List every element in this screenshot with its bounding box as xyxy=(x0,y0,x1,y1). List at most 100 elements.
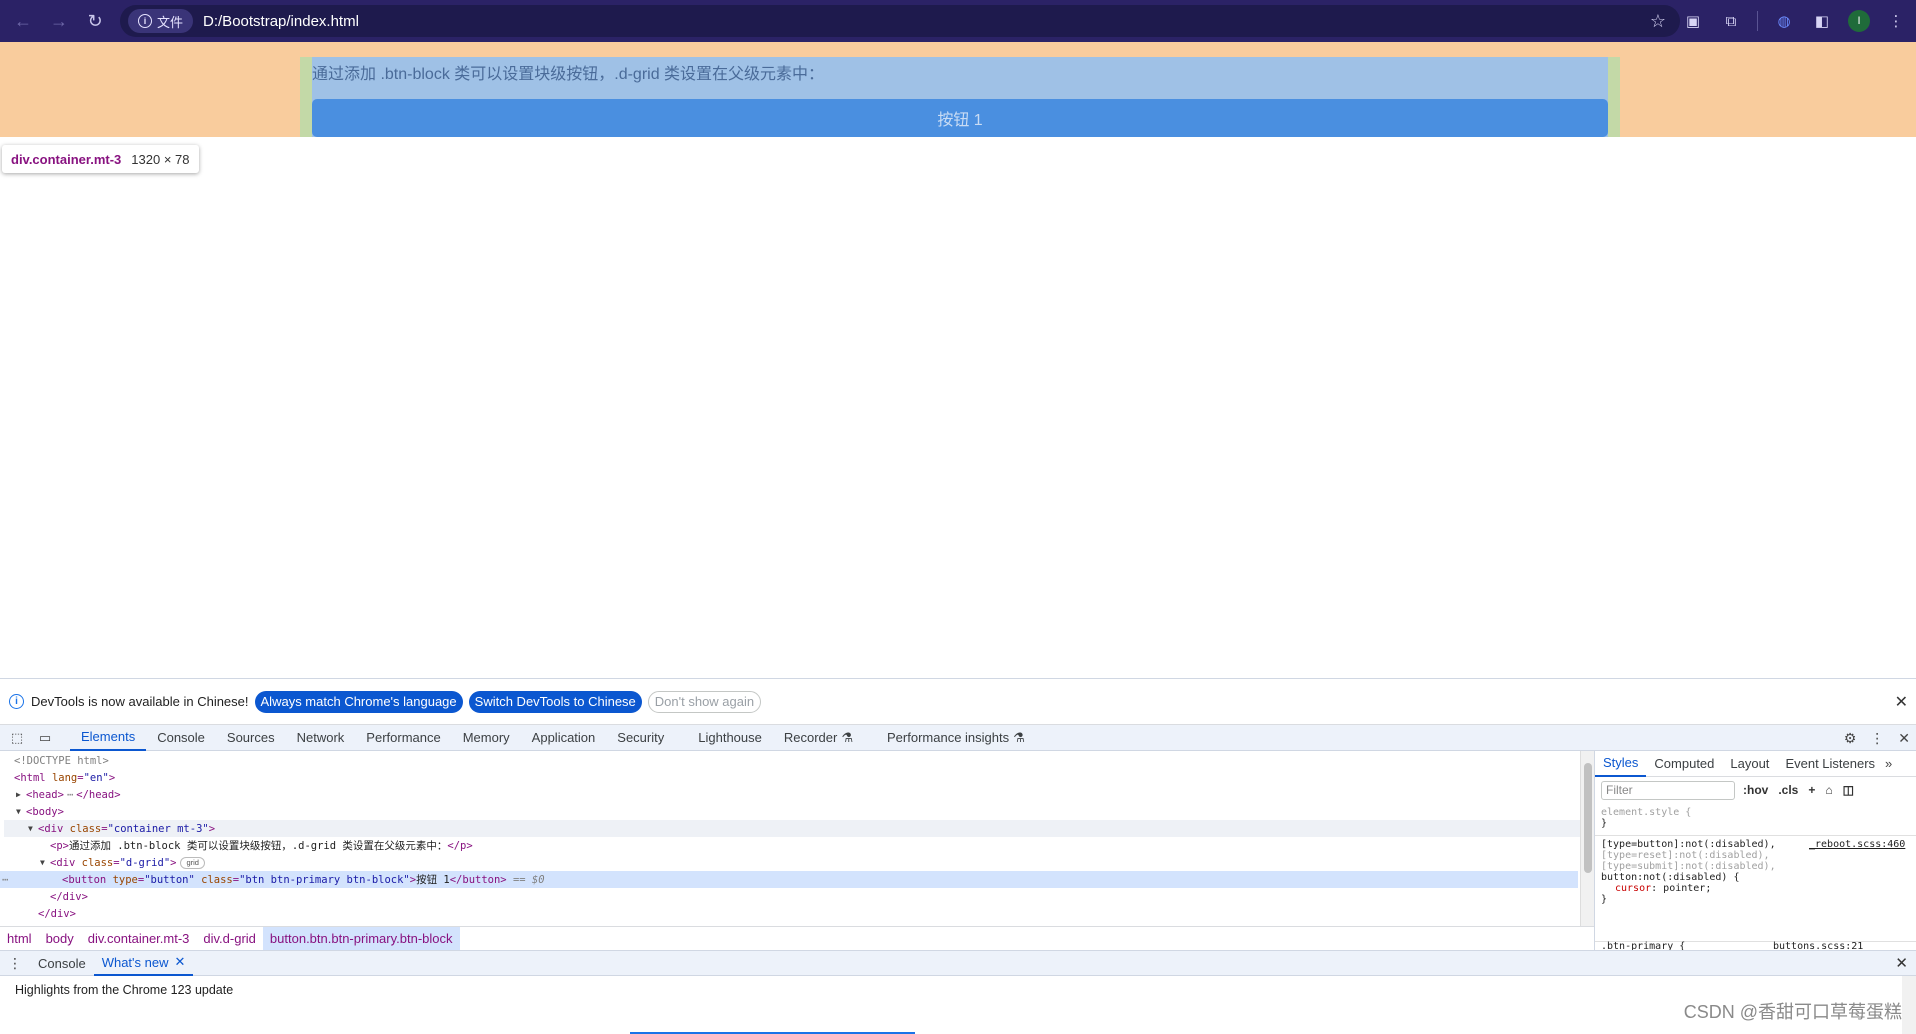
tab-lighthouse[interactable]: Lighthouse xyxy=(687,725,773,751)
button-text: 按钮 1 xyxy=(416,874,450,886)
more-options-icon[interactable]: ⋮ xyxy=(1870,730,1884,747)
rule-declaration[interactable]: cursor: pointer; xyxy=(1601,883,1776,894)
back-arrow-icon[interactable]: ← xyxy=(4,0,42,42)
paint-icon[interactable]: ⌂ xyxy=(1825,783,1832,797)
tab-recorder[interactable]: Recorder ⚗ xyxy=(773,725,864,751)
chevron-right-icon[interactable]: » xyxy=(1885,756,1892,771)
drawer-scrollbar[interactable] xyxy=(1902,976,1916,1034)
dom-line-paragraph[interactable]: <p> 通过添加 .btn-block 类可以设置块级按钮，.d-grid 类设置… xyxy=(50,837,473,854)
tab-security[interactable]: Security xyxy=(606,725,675,751)
property-name: cursor xyxy=(1615,883,1652,894)
dom-line-doctype[interactable]: <!DOCTYPE html> xyxy=(14,752,109,769)
switch-language-button[interactable]: Switch DevTools to Chinese xyxy=(468,690,642,713)
grid-badge[interactable]: grid xyxy=(180,856,205,869)
dom-line-container[interactable]: ▼ <div class = "container mt-3" > xyxy=(4,820,1582,837)
expand-triangle-icon[interactable]: ▶ xyxy=(16,790,26,799)
watermark-text: CSDN @香甜可口草莓蛋糕 xyxy=(1683,1002,1902,1022)
cursor-rule[interactable]: [type=button]:not(:disabled), _reboot.sc… xyxy=(1601,839,1905,905)
tab-application[interactable]: Application xyxy=(521,725,607,751)
menu-kebab-icon[interactable]: ⋮ xyxy=(1884,9,1908,33)
rule-divider xyxy=(1595,835,1916,836)
url-text[interactable]: D:/Bootstrap/index.html xyxy=(203,13,359,30)
collapse-triangle-icon[interactable]: ▼ xyxy=(16,807,26,816)
bookmark-star-icon[interactable]: ☆ xyxy=(1650,11,1666,32)
drawer-menu-icon[interactable]: ⋮ xyxy=(0,955,30,972)
dom-line-body[interactable]: ▼ <body> xyxy=(16,803,64,820)
crumb-body[interactable]: body xyxy=(39,927,81,951)
reload-icon[interactable]: ↻ xyxy=(76,0,114,42)
toolbar-actions: ▣ ⧉ ◍ ◧ I ⋮ xyxy=(1681,0,1908,42)
drawer-tab-console[interactable]: Console xyxy=(30,950,94,976)
block-button[interactable]: 按钮 1 xyxy=(312,99,1608,137)
element-style-rule[interactable]: element.style { } xyxy=(1601,807,1691,829)
devtools-actions: ⚙ ⋮ ✕ xyxy=(1844,725,1910,751)
flask-icon: ⚗ xyxy=(841,729,853,745)
drawer-tab-whats-new[interactable]: What's new ✕ xyxy=(93,950,194,976)
close-icon[interactable]: ✕ xyxy=(1895,692,1908,712)
inspect-element-icon[interactable]: ⬚ xyxy=(6,730,28,746)
button-type-value: "button" xyxy=(144,873,195,886)
device-toggle-icon[interactable]: ▭ xyxy=(34,730,56,746)
rule-selector: [type=submit]:not(:disabled), xyxy=(1601,861,1776,872)
add-rule-icon[interactable]: + xyxy=(1808,783,1815,797)
match-language-button[interactable]: Always match Chrome's language xyxy=(254,690,463,713)
styles-filter-input[interactable]: Filter xyxy=(1601,780,1735,800)
browser-toolbar: ← → ↻ i 文件 D:/Bootstrap/index.html ☆ ▣ ⧉… xyxy=(0,0,1916,42)
dom-tree: <!DOCTYPE html> <html lang = "en" > ▶ <head>… xyxy=(0,751,1582,926)
sidepanel-icon[interactable]: ◧ xyxy=(1810,9,1834,33)
close-devtools-icon[interactable]: ✕ xyxy=(1898,730,1910,747)
collapse-triangle-icon[interactable]: ▼ xyxy=(28,824,38,833)
div-close-tag: </div> xyxy=(50,890,88,903)
address-bar[interactable]: i 文件 D:/Bootstrap/index.html ☆ xyxy=(120,5,1680,37)
tab-network[interactable]: Network xyxy=(286,725,356,751)
tab-performance-insights[interactable]: Performance insights ⚗ xyxy=(876,725,1036,751)
crumb-container[interactable]: div.container.mt-3 xyxy=(81,927,197,951)
tab-computed[interactable]: Computed xyxy=(1646,751,1722,777)
rule-source-link[interactable]: _reboot.scss:460 xyxy=(1809,839,1905,850)
styles-tools: :hov .cls + ⌂ ◫ xyxy=(1743,783,1854,797)
head-ellipsis[interactable]: ⋯ xyxy=(67,789,73,801)
forward-arrow-icon[interactable]: → xyxy=(40,0,78,42)
crumb-grid[interactable]: div.d-grid xyxy=(196,927,263,951)
tab-performance[interactable]: Performance xyxy=(355,725,451,751)
toolbar-divider xyxy=(1757,11,1758,31)
tab-layout[interactable]: Layout xyxy=(1722,751,1777,777)
avatar[interactable]: I xyxy=(1848,10,1870,32)
tab-sources[interactable]: Sources xyxy=(216,725,286,751)
site-info-chip[interactable]: i 文件 xyxy=(128,9,194,33)
cls-toggle[interactable]: .cls xyxy=(1778,783,1798,797)
gear-icon[interactable]: ⚙ xyxy=(1844,730,1857,747)
dom-scrollbar[interactable] xyxy=(1580,751,1594,926)
dom-line-head[interactable]: ▶ <head> ⋯ </head> xyxy=(16,786,121,803)
dom-line-grid[interactable]: ▼ <div class = "d-grid" > grid xyxy=(40,854,205,871)
tab-console[interactable]: Console xyxy=(146,725,216,751)
hov-toggle[interactable]: :hov xyxy=(1743,783,1768,797)
file-label: 文件 xyxy=(157,14,184,30)
p-tag: <p> xyxy=(50,839,69,852)
translate-icon[interactable]: ◍ xyxy=(1772,9,1796,33)
head-close-tag: </head> xyxy=(76,788,121,801)
dom-line-html[interactable]: <html lang = "en" > xyxy=(14,769,115,786)
puzzle-icon[interactable]: ⧉ xyxy=(1719,9,1743,33)
close-drawer-icon[interactable]: ✕ xyxy=(1895,954,1908,972)
tab-event-listeners[interactable]: Event Listeners xyxy=(1777,751,1883,777)
close-tab-icon[interactable]: ✕ xyxy=(175,954,186,970)
padding-highlight-right xyxy=(1608,57,1620,137)
crumb-button[interactable]: button.btn.btn-primary.btn-block xyxy=(262,926,460,951)
row-options-icon[interactable]: ⋯ xyxy=(0,874,62,886)
crumb-html[interactable]: html xyxy=(0,927,39,951)
sidebar-toggle-icon[interactable]: ◫ xyxy=(1843,783,1854,797)
dom-line-button[interactable]: ⋯ <button type = "button" class = "btn btn-pr… xyxy=(0,871,1578,888)
dom-line-grid-close[interactable]: </div> xyxy=(50,888,88,905)
dont-show-again-button[interactable]: Don't show again xyxy=(647,690,762,713)
whats-new-heading: Highlights from the Chrome 123 update xyxy=(15,983,234,997)
dom-line-container-close[interactable]: </div> xyxy=(38,905,76,922)
styles-tabbar: Styles Computed Layout Event Listeners » xyxy=(1595,751,1916,777)
tab-elements[interactable]: Elements xyxy=(70,725,147,751)
selected-marker: == $0 xyxy=(512,873,545,886)
scrollbar-thumb[interactable] xyxy=(1584,763,1592,873)
tab-memory[interactable]: Memory xyxy=(452,725,521,751)
collapse-triangle-icon[interactable]: ▼ xyxy=(40,858,50,867)
tab-styles[interactable]: Styles xyxy=(1595,751,1647,777)
extension-icon[interactable]: ▣ xyxy=(1681,9,1705,33)
